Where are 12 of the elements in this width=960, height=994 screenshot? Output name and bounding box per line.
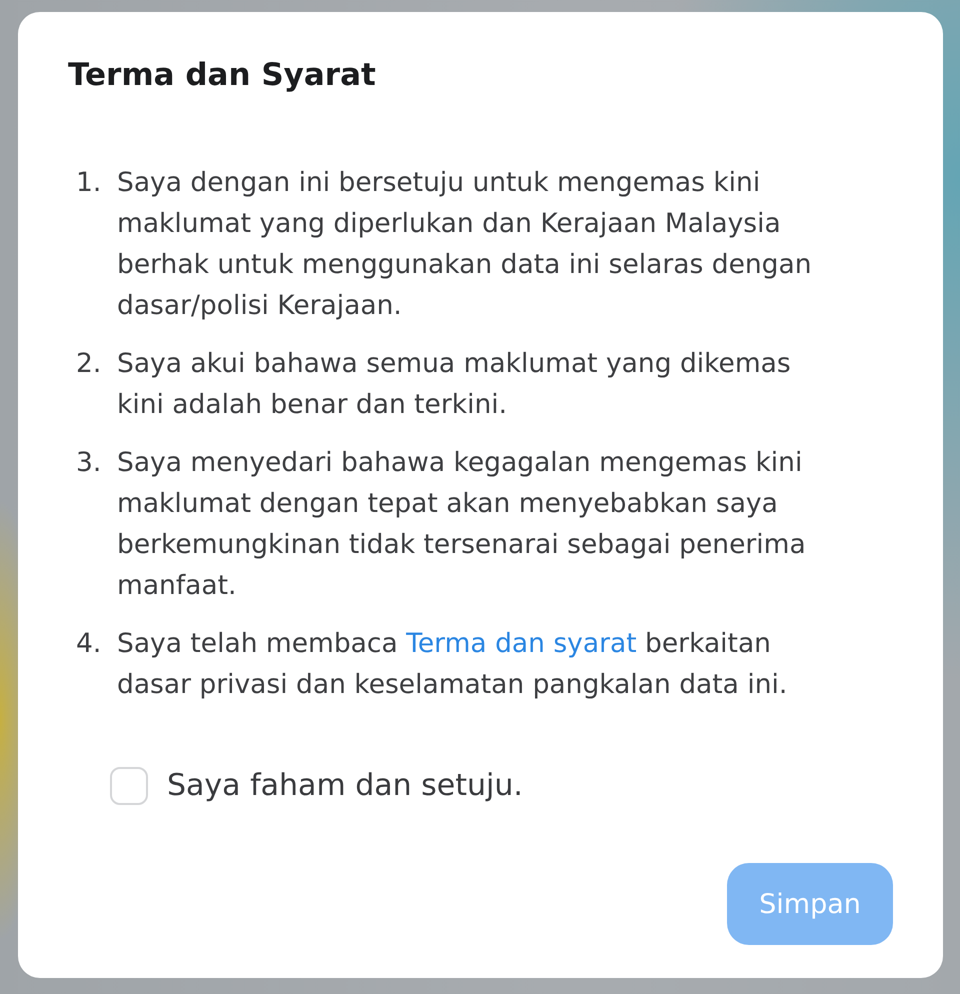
term-text: Saya akui bahawa semua maklumat yang dikemas kini adalah benar dan terkini. <box>117 347 792 422</box>
term-text: Saya telah membaca Terma dan syarat berkaitan dasar privasi dan keselamatan pangkalan data ini. <box>117 627 788 702</box>
term-text: Saya dengan ini bersetuju untuk mengemas kini maklumat yang diperlukan dan Kerajaan Malaysia berhak untuk menggunakan data ini selaras dengan dasar/polisi Kerajaan. <box>117 166 813 323</box>
terms-link[interactable]: Terma dan syarat <box>406 628 637 659</box>
list-number: 4. <box>76 627 102 661</box>
list-number: 1. <box>76 166 102 200</box>
list-number: 3. <box>76 446 102 480</box>
list-number: 2. <box>76 347 102 381</box>
dialog-title: Terma dan Syarat <box>68 56 376 95</box>
agree-checkbox[interactable] <box>110 767 148 805</box>
checkbox-label[interactable]: Saya faham dan setuju. <box>167 767 523 805</box>
term-text: Saya menyedari bahawa kegagalan mengemas kini maklumat dengan tepat akan menyebabkan saya berkemungkinan tidak tersenarai sebagai penerima manfaat. <box>117 446 807 603</box>
